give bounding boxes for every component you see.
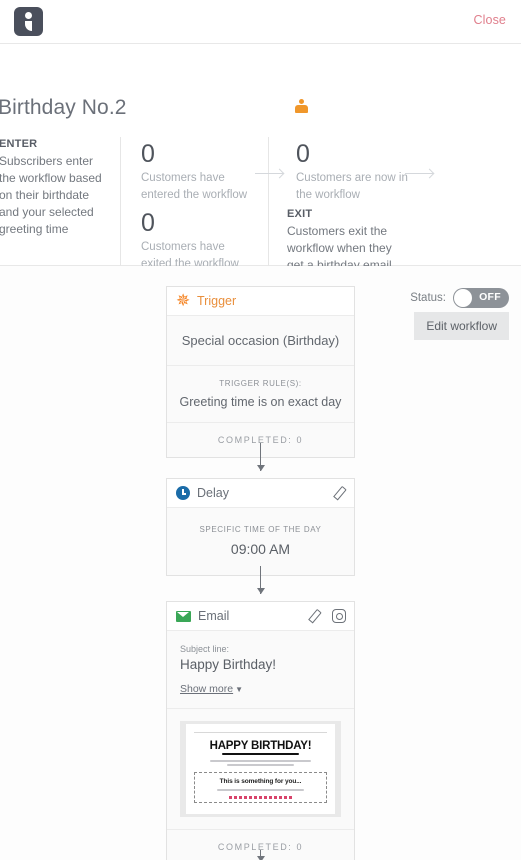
clock-icon [176,486,190,500]
preview-coupon-line [217,789,304,791]
stat-entered: 0 Customers have entered the workflow [141,140,253,204]
preview-coupon-box: This is something for you... [194,772,327,803]
mail-icon [176,610,191,622]
pencil-icon[interactable] [332,486,346,500]
email-node-header: Email [167,602,354,631]
flow-arrow-1-icon [255,173,283,174]
trigger-main-label: Special occasion (Birthday) [167,316,354,366]
status-toggle-knob [454,289,472,307]
email-node-body: Subject line: Happy Birthday! Show more ▼… [167,631,354,860]
page-title: Birthday No.2 [0,96,127,119]
logo-dot [25,12,32,19]
person-icon [295,99,308,113]
stat-in-workflow-caption: Customers are now in the workflow [296,172,408,201]
email-node[interactable]: Email Subject line: Happy Birthday! Show… [166,601,355,860]
preview-divider [194,732,327,733]
person-body [295,105,308,113]
top-bar: Close [0,0,521,44]
trigger-rules: TRIGGER RULE(S): Greeting time is on exa… [167,366,354,423]
delay-value: 09:00 AM [230,541,291,557]
stat-entered-caption: Customers have entered the workflow [141,172,248,201]
status-control: Status: OFF [410,288,509,308]
flow-arrow-2-icon [405,173,433,174]
preview-headline-underline [221,753,300,755]
gear-icon[interactable] [332,609,346,623]
email-subject-value: Happy Birthday! [180,657,277,672]
star-burst-icon: ✵ [176,291,191,310]
preview-body-line [227,764,294,766]
preview-headline: HAPPY BIRTHDAY! [209,740,312,752]
app-logo-icon[interactable] [14,7,43,36]
logo-glyph [25,12,32,31]
stat-entered-value: 0 [141,140,155,168]
trigger-node[interactable]: ✵ Trigger Special occasion (Birthday) TR… [166,286,355,458]
workflow-summary: Birthday No.2 ENTER Subscribers enter th… [0,44,521,292]
delay-node-actions [332,479,346,507]
close-button[interactable]: Close [474,13,506,27]
status-label: Status: [410,292,446,304]
trigger-rules-value: Greeting time is on exact day [179,395,342,409]
enter-description: ENTER Subscribers enter the workflow bas… [0,138,111,238]
exit-description: EXIT Customers exit the workflow when th… [287,208,397,274]
email-preview-wrap: HAPPY BIRTHDAY! This is something for yo… [167,709,354,830]
trigger-rules-caption: TRIGGER RULE(S): [219,379,302,388]
email-node-actions [307,602,346,630]
connector-email-to-next [256,850,265,860]
delay-caption: SPECIFIC TIME OF THE DAY [199,525,322,534]
delay-node-body: SPECIFIC TIME OF THE DAY 09:00 AM [167,508,354,575]
summary-divider-left [120,137,121,271]
preview-coupon-title: This is something for you... [219,778,302,785]
chevron-down-icon: ▼ [235,685,244,694]
status-toggle-value: OFF [479,291,501,303]
trigger-node-body: Special occasion (Birthday) TRIGGER RULE… [167,316,354,457]
person-head [299,99,304,104]
email-node-title: Email [198,609,230,623]
connector-delay-to-email [256,566,265,594]
workflow-canvas: Status: OFF Edit workflow ✵ Trigger Spec… [0,266,521,860]
show-more-label: Show more [180,683,234,695]
status-toggle[interactable]: OFF [453,288,509,308]
edit-workflow-button[interactable]: Edit workflow [414,312,509,340]
delay-time: SPECIFIC TIME OF THE DAY 09:00 AM [167,508,354,575]
trigger-node-header: ✵ Trigger [167,287,354,316]
stat-exited-value: 0 [141,209,155,237]
enter-text: Subscribers enter the workflow based on … [0,154,102,236]
delay-node-header: Delay [167,479,354,508]
pencil-icon[interactable] [307,609,321,623]
show-more-toggle[interactable]: Show more ▼ [180,683,243,695]
trigger-node-title: Trigger [197,294,237,308]
stat-exited: 0 Customers have exited the workflow [141,209,253,273]
stat-in-workflow-value: 0 [296,140,310,168]
preview-body-line [209,760,312,762]
exit-label: EXIT [287,208,313,220]
email-subject-block: Subject line: Happy Birthday! Show more ▼ [167,631,354,709]
stat-in-workflow: 0 Customers are now in the workflow [296,140,408,204]
delay-node[interactable]: Delay SPECIFIC TIME OF THE DAY 09:00 AM [166,478,355,576]
logo-stem [25,21,32,31]
email-subject-caption: Subject line: [180,644,230,654]
email-preview-inner: HAPPY BIRTHDAY! This is something for yo… [186,724,335,814]
enter-label: ENTER [0,138,38,150]
delay-node-title: Delay [197,486,229,500]
preview-coupon-code [228,796,293,799]
connector-trigger-to-delay [256,443,265,471]
email-preview-thumbnail[interactable]: HAPPY BIRTHDAY! This is something for yo… [180,721,341,817]
